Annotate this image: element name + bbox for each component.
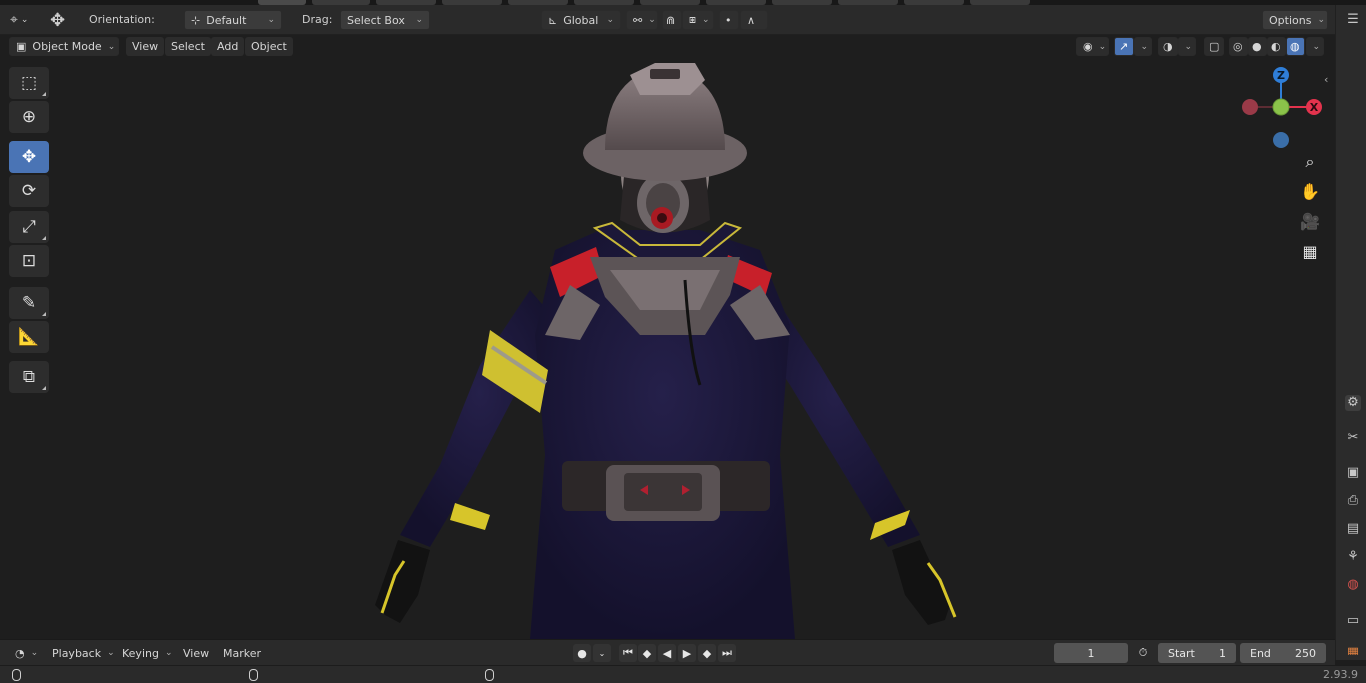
mouse-right-icon (485, 669, 494, 681)
drag-dropdown[interactable]: Select Box ⌄ (340, 10, 430, 30)
jump-end-icon: ⏭ (722, 646, 732, 659)
active-tool-icon[interactable]: ✥ (50, 10, 65, 31)
magnet-icon: ⋒ (666, 13, 676, 27)
play-button[interactable]: ▶ (678, 644, 696, 662)
gizmo-y-handle[interactable] (1272, 98, 1290, 116)
play-reverse-button[interactable]: ◀ (658, 644, 676, 662)
menu-keying[interactable]: Keying ⌄ (116, 643, 174, 663)
tool-tab-icon[interactable]: ✂ (1345, 430, 1361, 446)
mouse-left-icon (12, 669, 21, 681)
drag-label: Drag: (302, 13, 333, 26)
object-tab-icon[interactable]: ▦ (1345, 645, 1361, 655)
transform-orientation-dropdown[interactable]: ⊾ Global ⌄ (541, 10, 621, 30)
chevron-down-icon: ⌄ (267, 15, 275, 25)
menu-timeline-view[interactable]: View (177, 643, 213, 663)
firefighter-model[interactable] (0, 35, 1335, 639)
version-label: 2.93.9 (1323, 668, 1358, 681)
scene-tab-icon[interactable]: ⚘ (1345, 549, 1361, 565)
gizmo-neg-x-handle[interactable] (1242, 99, 1258, 115)
render-tab-icon[interactable]: ▣ (1345, 465, 1361, 481)
gizmo-z-label: Z (1277, 69, 1285, 82)
view-layer-tab-icon[interactable]: ▤ (1345, 521, 1361, 537)
pan-hand-icon[interactable]: ✋ (1298, 180, 1322, 204)
prev-keyframe-icon: ◆ (642, 646, 652, 660)
status-bar: 2.93.9 (0, 665, 1366, 683)
menu-playback[interactable]: Playback ⌄ (46, 643, 115, 663)
play-icon: ▶ (682, 646, 692, 660)
pivot-point-dropdown[interactable]: ⚯ ⌄ (626, 10, 658, 30)
3d-viewport[interactable]: ▣ Object Mode ⌄ View Select Add Object ◉… (0, 35, 1335, 639)
editor-type-button[interactable]: ⌖ ⌄ (10, 10, 28, 30)
falloff-dropdown[interactable]: ∧ (740, 10, 768, 30)
snap-toggle[interactable]: ⋒ (662, 10, 682, 30)
next-keyframe-button[interactable]: ◆ (698, 644, 716, 662)
chevron-down-icon: ⌄ (1317, 15, 1325, 25)
timeline-editor-type[interactable]: ◔ ⌄ (9, 643, 41, 663)
world-tab-icon[interactable]: ◍ (1345, 577, 1361, 593)
chevron-down-icon: ⌄ (164, 648, 173, 658)
mouse-middle-icon (249, 669, 258, 681)
orientation-label: Orientation: (89, 13, 155, 26)
tool-settings-header: ⌖ ⌄ ✥ Orientation: ⊹ Default ⌄ Drag: Sele… (0, 5, 1335, 35)
gizmo-neg-z-handle[interactable] (1273, 132, 1289, 148)
axis-icon: ⊾ (548, 13, 558, 27)
chevron-down-icon: ⌄ (107, 648, 115, 658)
outliner-icon[interactable]: ☰ (1345, 12, 1361, 28)
snap-increment-icon: ⧆ (689, 13, 696, 26)
next-keyframe-icon: ◆ (702, 646, 712, 660)
gizmo-x-label: X (1310, 101, 1319, 114)
current-frame-field[interactable]: 1 (1054, 643, 1128, 663)
falloff-curve-icon: ∧ (747, 13, 756, 27)
tool-settings-tab-icon[interactable]: ⚙ (1345, 395, 1361, 411)
output-tab-icon[interactable]: ⎙ (1345, 493, 1361, 509)
timeline-header: ◔ ⌄ Playback ⌄ Keying ⌄ View Marker ● ⌄ ⏮… (0, 639, 1335, 665)
orientation-dropdown[interactable]: ⊹ Default ⌄ (184, 10, 282, 30)
clock-icon: ◔ (15, 646, 25, 660)
perspective-grid-icon[interactable]: ▦ (1298, 240, 1322, 264)
move-tool-icon: ⌖ (10, 12, 18, 28)
collection-tab-icon[interactable]: ▭ (1345, 613, 1361, 629)
prev-keyframe-button[interactable]: ◆ (638, 644, 656, 662)
dot-icon: • (725, 13, 732, 27)
options-dropdown[interactable]: Options ⌄ (1262, 10, 1328, 30)
jump-start-button[interactable]: ⏮ (619, 644, 637, 662)
stopwatch-icon: ⏱ (1138, 646, 1148, 659)
end-frame-field[interactable]: End 250 (1240, 643, 1326, 663)
keying-set-dropdown[interactable]: ⌄ (593, 644, 611, 662)
auto-keying-toggle[interactable]: ● (573, 644, 591, 662)
chevron-down-icon: ⌄ (415, 15, 423, 25)
chevron-down-icon: ⌄ (606, 15, 614, 25)
properties-tab-strip: ☰ ⚙ ✂ ▣ ⎙ ▤ ⚘ ◍ ▭ ▦ (1335, 5, 1366, 660)
navigation-gizmo[interactable]: Z X (1238, 67, 1326, 151)
sidebar-toggle-icon[interactable]: ‹ (1324, 73, 1328, 86)
record-icon: ● (577, 646, 587, 660)
orientation-icon: ⊹ (191, 13, 201, 27)
preview-range-toggle[interactable]: ⏱ (1134, 644, 1152, 662)
menu-marker[interactable]: Marker (217, 643, 265, 663)
proportional-edit-toggle[interactable]: • (719, 10, 739, 30)
camera-icon[interactable]: 🎥 (1298, 210, 1322, 234)
link-icon: ⚯ (633, 13, 643, 27)
jump-start-icon: ⏮ (623, 646, 633, 659)
jump-end-button[interactable]: ⏭ (718, 644, 736, 662)
start-frame-field[interactable]: Start 1 (1158, 643, 1236, 663)
play-reverse-icon: ◀ (662, 646, 672, 660)
snap-target-dropdown[interactable]: ⧆ ⌄ (682, 10, 714, 30)
zoom-icon[interactable]: ⌕ (1298, 150, 1322, 174)
